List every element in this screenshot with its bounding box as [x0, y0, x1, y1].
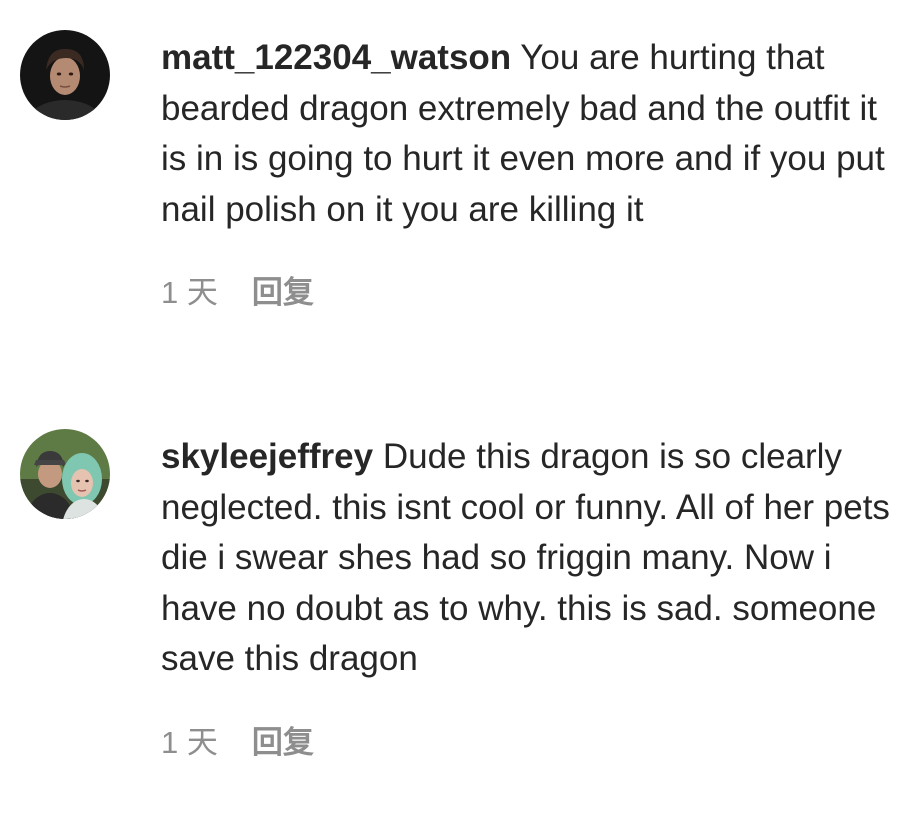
comment-text: skyleejeffrey Dude this dragon is so cle…	[161, 432, 891, 685]
comment-timestamp: 1 天	[161, 275, 218, 310]
avatar-photo	[20, 30, 110, 120]
reply-button[interactable]: 回复	[252, 267, 314, 312]
comment-timestamp: 1 天	[161, 724, 218, 760]
comment-username[interactable]: matt_122304_watson	[161, 38, 511, 77]
avatar-photo	[20, 429, 110, 519]
comment-text: matt_122304_watson You are hurting that …	[161, 33, 891, 235]
reply-button[interactable]: 回复	[252, 717, 314, 762]
avatar[interactable]	[20, 429, 110, 519]
avatar[interactable]	[20, 30, 110, 120]
comment-meta: 1 天 回复	[161, 267, 891, 312]
comment-meta: 1 天 回复	[161, 717, 891, 762]
comment-username[interactable]: skyleejeffrey	[161, 437, 373, 476]
